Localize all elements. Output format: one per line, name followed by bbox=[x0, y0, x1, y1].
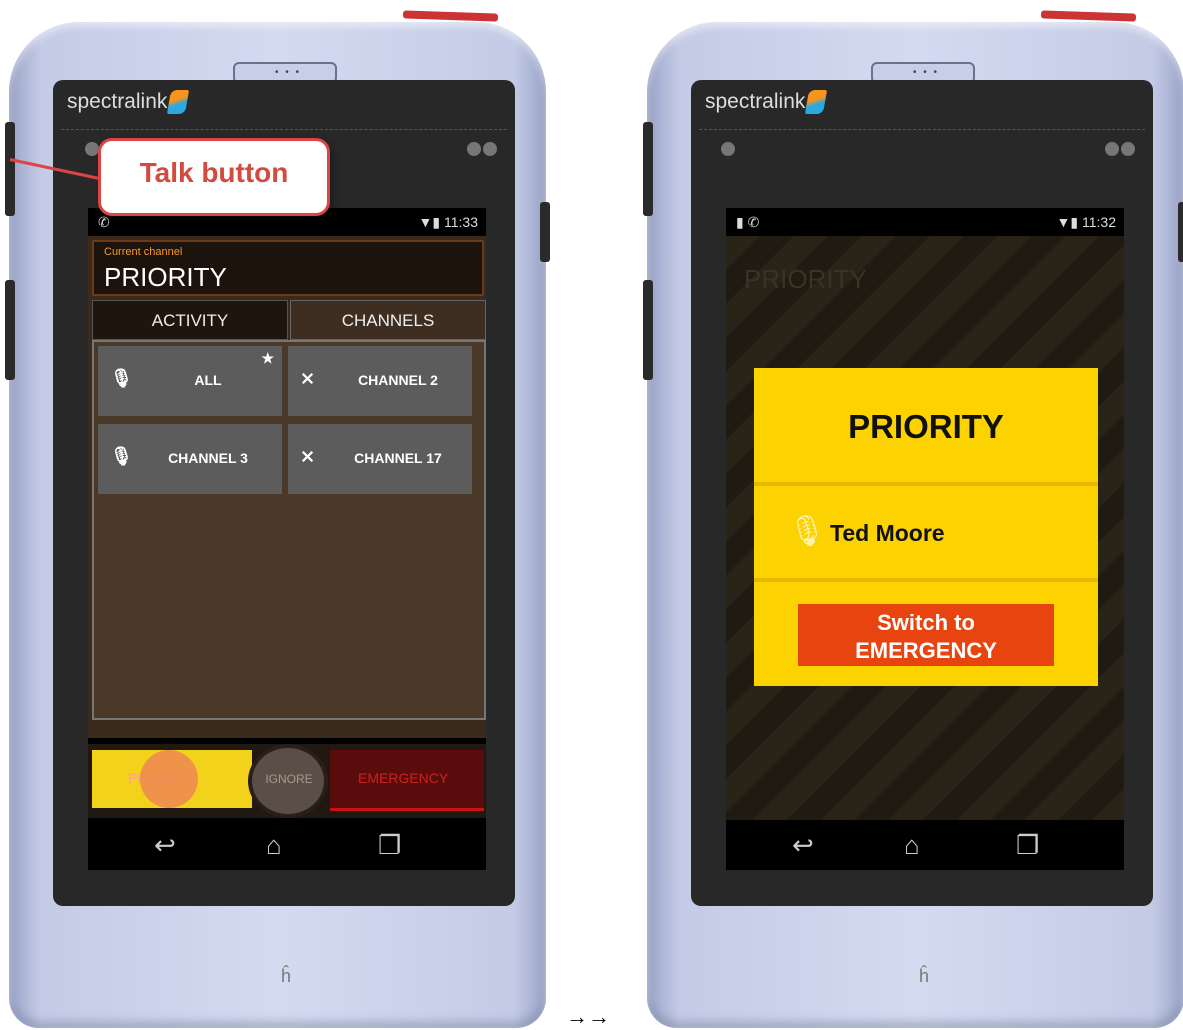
speaker-dots: • • • bbox=[275, 67, 302, 78]
camera-dot bbox=[1105, 142, 1119, 156]
channel-tile-17[interactable]: ⨯ CHANNEL 17 bbox=[288, 424, 472, 494]
home-icon[interactable]: ⌂ bbox=[266, 830, 282, 861]
app-content: Current channel PRIORITY ACTIVITY CHANNE… bbox=[88, 236, 486, 738]
phone-icon: ✆ bbox=[98, 214, 110, 230]
camera-dot-2 bbox=[1121, 142, 1135, 156]
status-time: 11:32 bbox=[1082, 214, 1116, 230]
talk-button-callout: Talk button bbox=[98, 138, 330, 216]
bezel: spectralink ▮ ✆ ▼▮ 11:32 PRIORITY PRIORI… bbox=[691, 80, 1153, 906]
switch-line1: Switch to bbox=[877, 610, 975, 635]
touch-indicator bbox=[140, 750, 198, 808]
right-side-button[interactable] bbox=[540, 202, 550, 262]
channel-label: ALL bbox=[194, 372, 222, 388]
caller-name: Ted Moore bbox=[830, 520, 945, 546]
screen: ▮ ✆ ▼▮ 11:32 PRIORITY PRIORITY 🎙 Ted Moo… bbox=[726, 208, 1124, 870]
right-side-button[interactable] bbox=[1178, 202, 1183, 262]
talk-side-button[interactable] bbox=[5, 122, 15, 216]
sensor-dot bbox=[85, 142, 99, 156]
bottom-logo: ĥ bbox=[281, 966, 292, 986]
camera-dot bbox=[467, 142, 481, 156]
top-button[interactable] bbox=[402, 10, 499, 22]
status-right: ▼▮ 11:32 bbox=[1057, 214, 1116, 231]
mic-icon: 🎙 bbox=[788, 515, 827, 548]
switch-line2: EMERGENCY bbox=[855, 638, 997, 663]
star-icon: ★ bbox=[261, 350, 274, 366]
status-right: ▼▮ 11:33 bbox=[419, 214, 478, 231]
bg-channel-name: PRIORITY bbox=[744, 264, 867, 294]
nav-bar: ↩ ⌂ ❐ bbox=[726, 820, 1124, 870]
dialog-divider bbox=[754, 578, 1098, 582]
call-actions: PRIORITY EMERGENCY IGNORE bbox=[88, 744, 486, 818]
status-bar: ▮ ✆ ▼▮ 11:32 bbox=[726, 208, 1124, 236]
camera-dot-2 bbox=[483, 142, 497, 156]
recents-icon[interactable]: ❐ bbox=[1016, 830, 1039, 861]
ignore-label: IGNORE bbox=[265, 772, 313, 786]
status-time: 11:33 bbox=[444, 214, 478, 230]
channel-label: CHANNEL 3 bbox=[168, 450, 248, 466]
divider bbox=[61, 129, 507, 130]
current-channel-box: Current channel PRIORITY bbox=[92, 240, 484, 296]
brand-logo: spectralink bbox=[67, 90, 190, 114]
wifi-battery-icon: ▼▮ bbox=[1056, 214, 1079, 230]
screen: ✆ ▼▮ 11:33 Current channel PRIORITY ACTI… bbox=[88, 208, 486, 870]
talk-side-button[interactable] bbox=[643, 122, 653, 216]
status-left-icons: ▮ ✆ bbox=[736, 214, 760, 230]
switch-to-emergency-button[interactable]: Switch to EMERGENCY bbox=[798, 604, 1054, 666]
back-icon[interactable]: ↩ bbox=[154, 830, 176, 861]
home-icon[interactable]: ⌂ bbox=[904, 830, 920, 861]
volume-side-button[interactable] bbox=[643, 280, 653, 380]
nav-bar: ↩ ⌂ ❐ bbox=[88, 820, 486, 870]
tab-channels[interactable]: CHANNELS bbox=[290, 300, 486, 340]
channel-tile-all[interactable]: 🎙 ALL ★ bbox=[98, 346, 282, 416]
dialog-title: PRIORITY bbox=[848, 408, 1004, 445]
emergency-button[interactable]: EMERGENCY bbox=[330, 750, 484, 811]
mic-muted-icon: ⨯ bbox=[300, 446, 316, 466]
sensor-dot bbox=[721, 142, 735, 156]
mic-icon: 🎙 bbox=[110, 446, 133, 466]
emergency-label: EMERGENCY bbox=[358, 770, 449, 786]
channel-grid: 🎙 ALL ★ ⨯ CHANNEL 2 🎙 CHANNEL 3 ⨯ CHANNE… bbox=[92, 340, 486, 720]
current-channel-label: Current channel bbox=[104, 246, 183, 258]
divider bbox=[699, 129, 1145, 130]
dialog-divider bbox=[754, 482, 1098, 486]
callout-text: Talk button bbox=[139, 157, 289, 188]
brand-icon bbox=[805, 90, 828, 114]
channel-label: CHANNEL 17 bbox=[354, 450, 442, 466]
ignore-button[interactable]: IGNORE bbox=[248, 744, 328, 818]
volume-side-button[interactable] bbox=[5, 280, 15, 380]
mic-icon: 🎙 bbox=[110, 368, 133, 388]
tab-activity[interactable]: ACTIVITY bbox=[92, 300, 288, 340]
mic-muted-icon: ⨯ bbox=[300, 368, 316, 388]
wifi-battery-icon: ▼▮ bbox=[418, 214, 441, 230]
tab-bar: ACTIVITY CHANNELS bbox=[92, 300, 486, 340]
right-phone: • • • spectralink ▮ ✆ ▼▮ 11:32 PRIORITY … bbox=[643, 10, 1183, 1028]
brand-logo: spectralink bbox=[705, 90, 828, 114]
transition-arrows: →→ bbox=[566, 1004, 610, 1029]
current-channel-name: PRIORITY bbox=[104, 262, 227, 292]
channel-tile-2[interactable]: ⨯ CHANNEL 2 bbox=[288, 346, 472, 416]
speaker-dots: • • • bbox=[913, 67, 940, 78]
recents-icon[interactable]: ❐ bbox=[378, 830, 401, 861]
channel-tile-3[interactable]: 🎙 CHANNEL 3 bbox=[98, 424, 282, 494]
bottom-logo: ĥ bbox=[919, 966, 930, 986]
channel-label: CHANNEL 2 bbox=[358, 372, 438, 388]
back-icon[interactable]: ↩ bbox=[792, 830, 814, 861]
priority-call-dialog: PRIORITY 🎙 Ted Moore Switch to EMERGENCY bbox=[754, 368, 1098, 686]
top-button[interactable] bbox=[1040, 10, 1137, 22]
brand-icon bbox=[167, 90, 190, 114]
